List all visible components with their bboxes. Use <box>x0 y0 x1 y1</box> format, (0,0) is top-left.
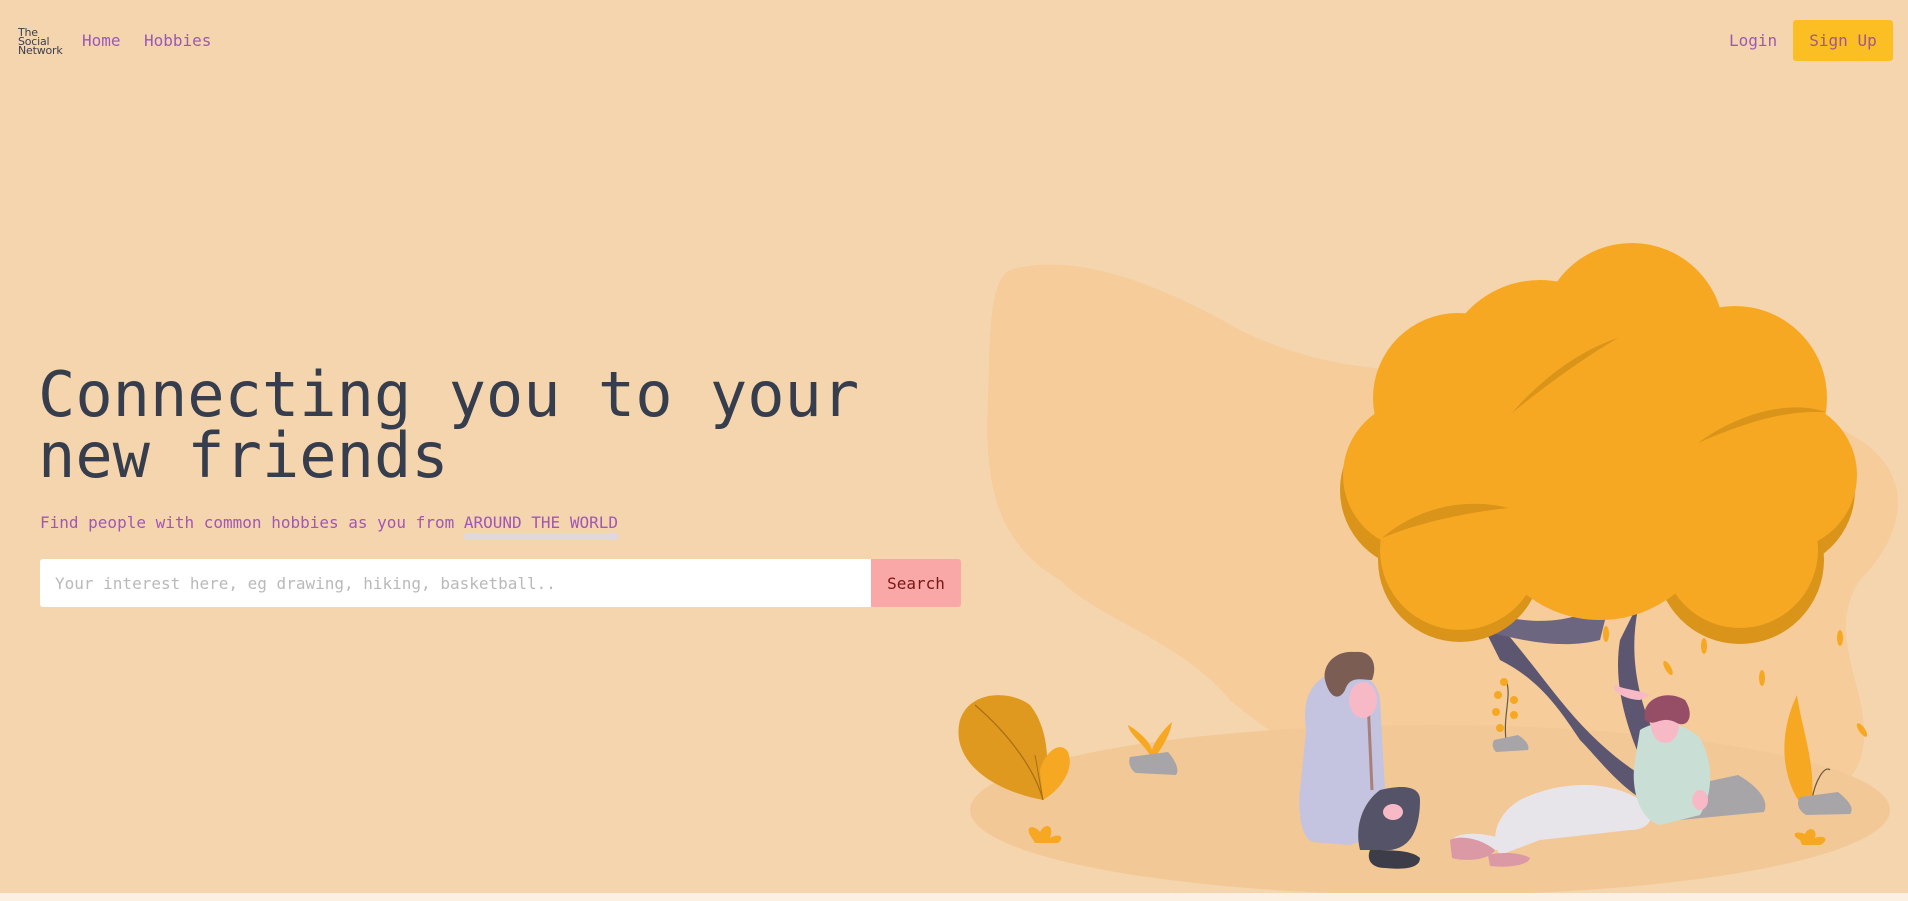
footer-strip <box>0 893 1908 901</box>
subtitle-highlight: AROUND THE WORLD <box>463 513 619 540</box>
logo[interactable]: The Social Network <box>18 27 66 57</box>
search-button[interactable]: Search <box>871 559 961 607</box>
subtitle-text: Find people with common hobbies as you f… <box>40 513 455 532</box>
search-input[interactable] <box>40 559 871 607</box>
signup-button[interactable]: Sign Up <box>1793 20 1893 61</box>
nav-link-home[interactable]: Home <box>82 31 121 50</box>
nav-link-hobbies[interactable]: Hobbies <box>144 31 211 50</box>
hero-title-line-2: new friends <box>38 419 449 492</box>
two-people-under-tree-illustration <box>958 243 1898 895</box>
login-link[interactable]: Login <box>1729 31 1777 50</box>
hero-title: Connecting you to your new friends <box>38 364 938 487</box>
hero-subtitle: Find people with common hobbies as you f… <box>40 513 619 540</box>
logo-line-3: Network <box>18 44 63 57</box>
search-form: Search <box>40 559 961 607</box>
